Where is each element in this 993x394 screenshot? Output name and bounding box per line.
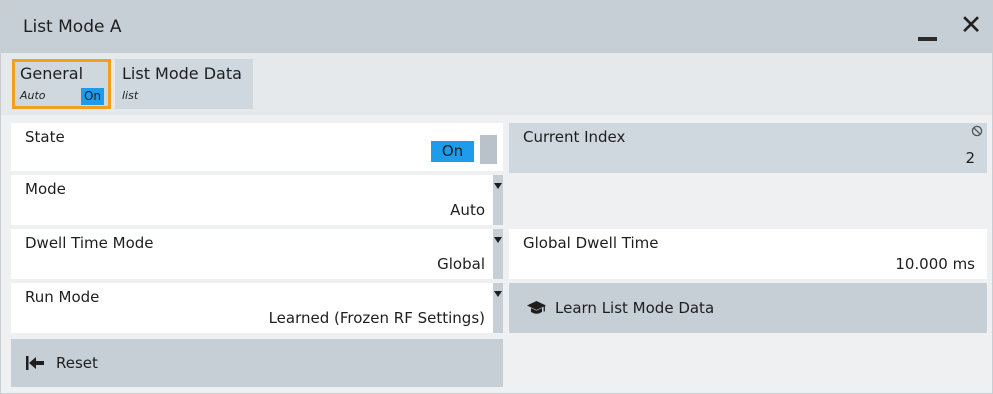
read-only-icon (971, 125, 983, 137)
chevron-down-icon (493, 283, 503, 333)
current-index-label: Current Index (523, 128, 626, 146)
mode-value: Auto (450, 201, 485, 219)
state-toggle[interactable]: On (431, 135, 497, 164)
title-bar: List Mode A ✕ (1, 1, 992, 53)
run-mode-label: Run Mode (25, 288, 100, 306)
state-toggle-on: On (431, 141, 474, 162)
run-mode-select[interactable]: Run Mode Learned (Frozen RF Settings) (11, 283, 503, 333)
reset-button[interactable]: Reset (11, 339, 503, 387)
reset-button-label: Reset (56, 354, 98, 372)
tab-general-sublabel: Auto (20, 89, 46, 102)
minimize-icon[interactable] (914, 17, 944, 43)
reset-arrow-icon (26, 356, 44, 370)
tab-general-state-badge: On (81, 88, 104, 105)
tab-list-mode-data[interactable]: List Mode Data list (115, 59, 253, 109)
window-title: List Mode A (23, 17, 122, 37)
state-toggle-knob (480, 135, 497, 164)
dwell-time-mode-value: Global (437, 255, 485, 273)
settings-panel: State On Mode Auto Dwell Time Mode Globa… (1, 115, 992, 393)
current-index-value: 2 (965, 149, 975, 167)
mode-select[interactable]: Mode Auto (11, 175, 503, 225)
learn-list-mode-data-button[interactable]: Learn List Mode Data (509, 283, 987, 333)
dwell-time-mode-label: Dwell Time Mode (25, 234, 154, 252)
global-dwell-time-value: 10.000 ms (895, 255, 975, 273)
state-label: State (25, 128, 65, 146)
tab-strip: General Auto On List Mode Data list (1, 53, 992, 115)
tab-general-label: General (20, 64, 84, 83)
global-dwell-time-field[interactable]: Global Dwell Time 10.000 ms (509, 229, 987, 279)
run-mode-value: Learned (Frozen RF Settings) (268, 309, 485, 327)
tab-list-mode-data-label: List Mode Data (122, 64, 242, 83)
list-mode-dialog: List Mode A ✕ General Auto On List Mode … (0, 0, 993, 394)
chevron-down-icon (493, 229, 503, 279)
mode-label: Mode (25, 180, 66, 198)
tab-general[interactable]: General Auto On (12, 59, 111, 109)
state-field: State On (11, 123, 503, 171)
global-dwell-time-label: Global Dwell Time (523, 234, 659, 252)
graduation-cap-icon (527, 301, 546, 314)
close-icon[interactable]: ✕ (958, 9, 984, 43)
chevron-down-icon (493, 175, 503, 225)
tab-list-mode-data-sublabel: list (122, 89, 139, 102)
current-index-field: Current Index 2 (509, 123, 987, 173)
dwell-time-mode-select[interactable]: Dwell Time Mode Global (11, 229, 503, 279)
learn-list-mode-data-label: Learn List Mode Data (555, 299, 715, 317)
